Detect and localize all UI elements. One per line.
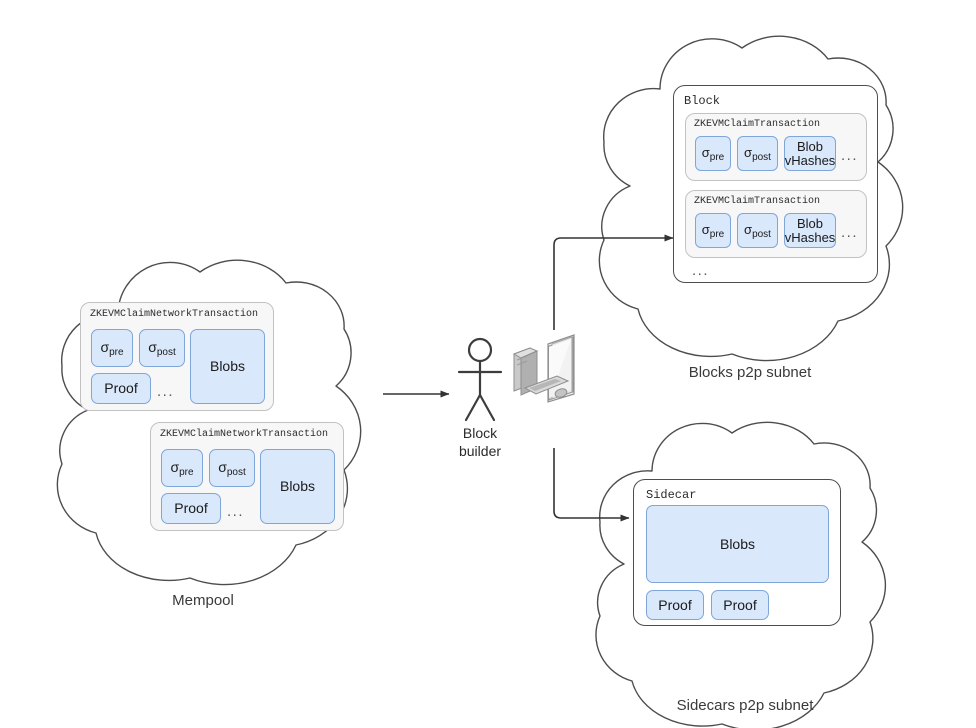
blobs-label: Blobs [279,478,316,495]
blobs-box[interactable]: Blobs [190,329,265,404]
sigma-post-box[interactable]: σpost [209,449,255,487]
block-title: Block [684,94,721,108]
proof-box[interactable]: Proof [161,493,221,524]
sidecars-subnet-label: Sidecars p2p subnet [676,697,814,714]
blobs-label: Blobs [209,358,246,375]
proof-label: Proof [174,500,208,517]
sigma-pre-box[interactable]: σpre [695,213,731,248]
more-fields-ellipsis: ... [841,147,859,164]
proof-label: Proof [658,596,692,613]
blobs-label: Blobs [719,535,756,552]
sigma-pre-label: σpre [100,339,124,359]
sidecar-title: Sidecar [646,488,697,502]
block-transaction-2[interactable]: ZKEVMClaimTransaction σpre σpost Blob vH… [685,190,867,258]
sigma-pre-label: σpre [701,145,725,164]
transaction-title: ZKEVMClaimNetworkTransaction [90,309,259,320]
mempool-transaction-2[interactable]: ZKEVMClaimNetworkTransaction σpre σpost … [150,422,344,531]
builder-label-line2: builder [458,442,502,459]
blob-vhashes-label-line1: Blob [796,215,824,231]
blob-vhashes-label-line2: vHashes [784,152,836,168]
mempool-label: Mempool [172,592,234,609]
sigma-pre-label: σpre [170,459,194,479]
sigma-post-label: σpost [148,339,176,359]
block-transaction-1[interactable]: ZKEVMClaimTransaction σpre σpost Blob vH… [685,113,867,181]
blob-vhashes-label-line2: vHashes [784,229,836,245]
sigma-pre-box[interactable]: σpre [161,449,203,487]
transaction-title: ZKEVMClaimTransaction [694,196,821,207]
blocks-subnet-label: Blocks p2p subnet [688,364,812,381]
transaction-title: ZKEVMClaimNetworkTransaction [160,429,329,440]
sigma-pre-box[interactable]: σpre [695,136,731,171]
transaction-title: ZKEVMClaimTransaction [694,119,821,130]
blobs-box[interactable]: Blobs [646,505,829,583]
builder-label-line1: Block [462,425,498,441]
sigma-post-box[interactable]: σpost [737,213,778,248]
diagram-canvas: ZKEVMClaimNetworkTransaction σpre σpost … [0,0,976,728]
proof-label: Proof [104,380,138,397]
sigma-post-box[interactable]: σpost [139,329,185,367]
more-fields-ellipsis: ... [227,503,245,520]
sigma-pre-box[interactable]: σpre [91,329,133,367]
sigma-post-label: σpost [744,145,771,164]
proof-label: Proof [723,596,757,613]
blob-vhashes-label-line1: Blob [796,138,824,154]
block-more-transactions-ellipsis: ... [692,262,710,279]
more-fields-ellipsis: ... [157,383,175,400]
mempool-transaction-1[interactable]: ZKEVMClaimNetworkTransaction σpre σpost … [80,302,274,411]
proof-box-2[interactable]: Proof [711,590,769,620]
sidecar-container[interactable]: Sidecar Blobs Proof Proof [633,479,841,626]
builder-label: Block builder [430,425,530,460]
proof-box[interactable]: Proof [91,373,151,404]
sigma-post-label: σpost [744,222,771,241]
block-container[interactable]: Block ZKEVMClaimTransaction σpre σpost B… [673,85,878,283]
sigma-post-box[interactable]: σpost [737,136,778,171]
sigma-post-label: σpost [218,459,246,479]
blob-vhashes-box[interactable]: Blob vHashes [784,136,836,171]
proof-box-1[interactable]: Proof [646,590,704,620]
blobs-box[interactable]: Blobs [260,449,335,524]
sigma-pre-label: σpre [701,222,725,241]
more-fields-ellipsis: ... [841,224,859,241]
blob-vhashes-box[interactable]: Blob vHashes [784,213,836,248]
